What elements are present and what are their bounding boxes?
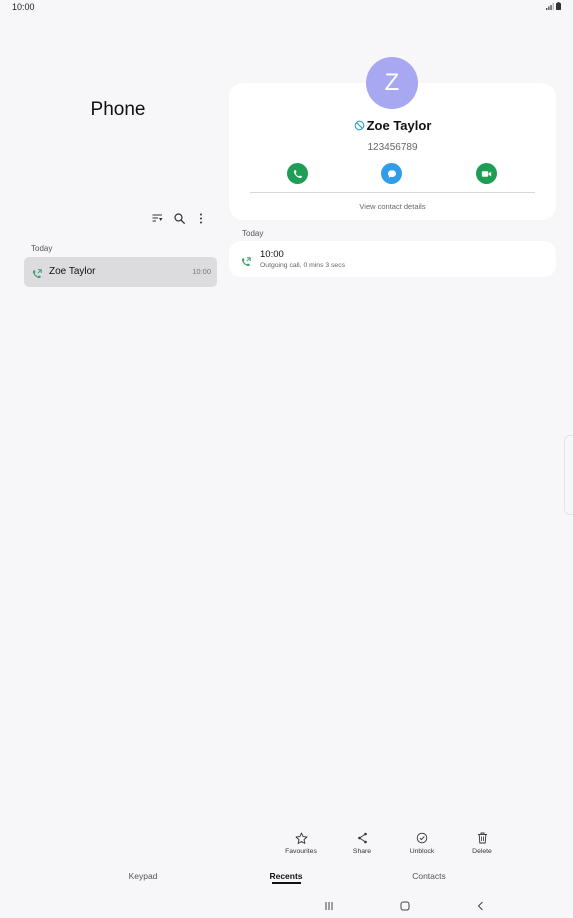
tab-recents[interactable]: Recents [251, 871, 321, 881]
recent-apps-button[interactable] [321, 899, 337, 913]
avatar: Z [366, 57, 418, 109]
view-contact-details-link[interactable]: View contact details [229, 202, 556, 211]
call-log-entry[interactable]: 10:00 Outgoing call, 0 mins 3 secs [229, 241, 556, 277]
delete-label: Delete [472, 848, 492, 855]
favourites-label: Favourites [285, 848, 317, 855]
tab-contacts[interactable]: Contacts [394, 871, 464, 881]
message-icon [387, 169, 396, 178]
favourites-button[interactable]: Favourites [276, 831, 326, 855]
search-icon [173, 212, 185, 224]
call-button[interactable] [287, 163, 308, 184]
share-button[interactable]: Share [337, 831, 387, 855]
status-icons [546, 2, 561, 10]
search-button[interactable] [172, 211, 186, 225]
recent-call-item[interactable]: Zoe Taylor 10:00 [24, 257, 217, 287]
share-label: Share [352, 848, 372, 855]
delete-button[interactable]: Delete [457, 831, 507, 855]
contact-number: 123456789 [367, 142, 418, 153]
edge-panel-handle[interactable] [564, 435, 573, 515]
outgoing-call-icon [241, 254, 251, 272]
more-vertical-icon [200, 213, 202, 223]
app-title: Phone [90, 99, 146, 120]
active-tab-indicator [272, 882, 301, 884]
system-nav-bar [0, 897, 573, 915]
unblock-label: Unblock [409, 848, 435, 855]
back-icon [477, 901, 483, 911]
filter-icon [152, 214, 162, 222]
status-time: 10:00 [12, 2, 35, 12]
log-section-label: Today [242, 229, 264, 238]
filter-button[interactable] [150, 211, 164, 225]
log-entry-time: 10:00 [260, 249, 284, 260]
trash-icon [477, 832, 487, 844]
status-bar: 10:00 [0, 0, 573, 16]
check-circle-icon [416, 832, 428, 844]
signal-icon [546, 3, 554, 10]
tab-keypad[interactable]: Keypad [108, 871, 178, 881]
back-button[interactable] [473, 899, 489, 913]
message-button[interactable] [381, 163, 402, 184]
list-section-label: Today [31, 244, 53, 253]
share-icon [357, 832, 367, 844]
home-button[interactable] [397, 899, 413, 913]
phone-icon [293, 169, 302, 178]
contact-name-row: Zoe Taylor [229, 118, 556, 133]
video-call-button[interactable] [476, 163, 497, 184]
home-icon [400, 901, 410, 911]
video-call-icon [481, 170, 492, 177]
unblock-button[interactable]: Unblock [397, 831, 447, 855]
bottom-tabs: Keypad Recents Contacts [0, 871, 573, 887]
star-icon [295, 832, 307, 844]
contact-name: Zoe Taylor [366, 118, 432, 133]
blocked-icon [354, 120, 364, 131]
recent-apps-icon [325, 902, 333, 910]
card-divider [250, 192, 535, 193]
recent-call-name: Zoe Taylor [49, 266, 96, 277]
list-toolbar [150, 211, 208, 225]
recent-call-time: 10:00 [192, 267, 211, 276]
action-bar: Favourites Share Unblock Delete [0, 831, 573, 857]
battery-icon [556, 2, 561, 10]
outgoing-call-icon [32, 266, 42, 284]
more-options-button[interactable] [194, 211, 208, 225]
log-entry-description: Outgoing call, 0 mins 3 secs [260, 262, 346, 269]
